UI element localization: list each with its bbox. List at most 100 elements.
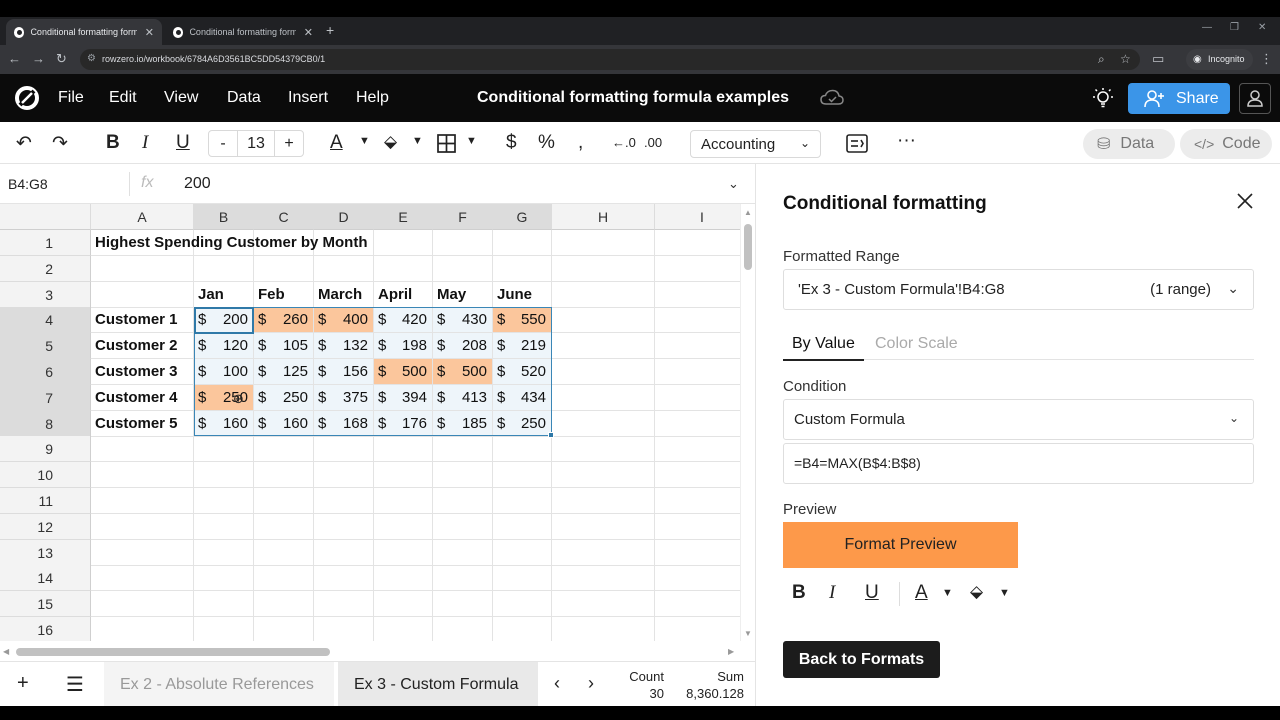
cell-i12[interactable] bbox=[655, 514, 740, 540]
cell-c7[interactable]: $250 bbox=[254, 384, 314, 411]
column-header-f[interactable]: F bbox=[433, 204, 493, 230]
cell-h6[interactable] bbox=[552, 359, 655, 385]
cell-f6[interactable]: $500 bbox=[433, 359, 493, 385]
address-bar[interactable]: ⚙ rowzero.io/workbook/6784A6D3561BC5DD54… bbox=[80, 49, 1140, 70]
cell-e4[interactable]: $420 bbox=[374, 307, 433, 334]
minimize-icon[interactable]: — bbox=[1202, 22, 1212, 33]
cell-c14[interactable] bbox=[254, 565, 314, 592]
cell-f1[interactable] bbox=[433, 230, 493, 256]
cell-b8[interactable]: $160 bbox=[194, 410, 254, 437]
code-button[interactable]: </> Code bbox=[1180, 129, 1272, 159]
cell-i9[interactable] bbox=[655, 436, 740, 463]
row-header-3[interactable]: 3 bbox=[0, 281, 91, 308]
cell-e15[interactable] bbox=[374, 591, 433, 618]
cell-e6[interactable]: $500 bbox=[374, 359, 433, 385]
cell-a3[interactable] bbox=[91, 281, 194, 308]
select-all-corner[interactable] bbox=[0, 204, 91, 230]
bold-icon[interactable]: B bbox=[792, 582, 806, 604]
cell-g8[interactable]: $250 bbox=[493, 410, 552, 437]
row-header-10[interactable]: 10 bbox=[0, 462, 91, 489]
cell-e12[interactable] bbox=[374, 513, 433, 540]
cell-f10[interactable] bbox=[433, 462, 493, 489]
cell-h4[interactable] bbox=[552, 307, 655, 334]
reload-icon[interactable]: ↻ bbox=[56, 51, 67, 67]
italic-icon[interactable]: I bbox=[829, 582, 835, 604]
cell-g11[interactable] bbox=[493, 488, 552, 514]
cell-h15[interactable] bbox=[552, 591, 655, 618]
prev-sheet-icon[interactable]: ‹ bbox=[554, 673, 560, 694]
cell-d15[interactable] bbox=[314, 591, 374, 618]
text-color-icon[interactable]: A bbox=[915, 582, 928, 604]
cell-a6[interactable]: Customer 3 bbox=[91, 359, 194, 385]
currency-format-icon[interactable]: $ bbox=[506, 132, 517, 154]
cell-h3[interactable] bbox=[552, 281, 655, 308]
column-header-c[interactable]: C bbox=[254, 204, 314, 230]
undo-icon[interactable]: ↶ bbox=[16, 132, 32, 155]
cell-f7[interactable]: $413 bbox=[433, 384, 493, 411]
cell-d4[interactable]: $400 bbox=[314, 307, 374, 334]
cell-f5[interactable]: $208 bbox=[433, 333, 493, 360]
cell-h13[interactable] bbox=[552, 539, 655, 566]
back-to-formats-button[interactable]: Back to Formats bbox=[783, 641, 940, 678]
cell-b14[interactable] bbox=[194, 565, 254, 592]
cell-e13[interactable] bbox=[374, 539, 433, 566]
row-header-7[interactable]: 7 bbox=[0, 384, 91, 411]
back-icon[interactable]: ← bbox=[8, 51, 21, 66]
cell-e11[interactable] bbox=[374, 488, 433, 514]
number-format-select[interactable]: Accounting ⌄ bbox=[690, 130, 821, 158]
cell-i7[interactable] bbox=[655, 385, 740, 411]
close-tab-icon[interactable]: ✕ bbox=[145, 26, 154, 39]
underline-icon[interactable]: U bbox=[176, 132, 190, 154]
row-header-12[interactable]: 12 bbox=[0, 513, 91, 540]
cell-b2[interactable] bbox=[194, 255, 254, 282]
cell-c8[interactable]: $160 bbox=[254, 410, 314, 437]
next-sheet-icon[interactable]: › bbox=[588, 673, 594, 694]
vertical-scrollbar[interactable]: ▲ ▼ bbox=[740, 204, 754, 641]
fill-color-chevron-icon[interactable]: ▼ bbox=[412, 135, 423, 147]
cell-d6[interactable]: $156 bbox=[314, 359, 374, 385]
cell-c12[interactable] bbox=[254, 513, 314, 540]
scroll-down-icon[interactable]: ▼ bbox=[744, 629, 752, 638]
cell-e2[interactable] bbox=[374, 255, 433, 282]
lightbulb-icon[interactable] bbox=[1092, 87, 1114, 109]
cell-a1[interactable]: Highest Spending Customer by Month bbox=[91, 230, 368, 256]
menu-edit[interactable]: Edit bbox=[109, 89, 137, 107]
fill-handle[interactable] bbox=[548, 432, 554, 439]
cell-i8[interactable] bbox=[655, 411, 740, 437]
row-header-1[interactable]: 1 bbox=[0, 230, 91, 256]
all-sheets-menu-icon[interactable]: ☰ bbox=[66, 672, 84, 697]
row-header-15[interactable]: 15 bbox=[0, 591, 91, 618]
cell-c10[interactable] bbox=[254, 462, 314, 489]
close-window-icon[interactable]: ✕ bbox=[1258, 22, 1266, 33]
cell-a12[interactable] bbox=[91, 513, 194, 540]
cell-b5[interactable]: $120 bbox=[194, 333, 254, 360]
user-avatar[interactable] bbox=[1239, 83, 1271, 114]
text-color-chevron-icon[interactable]: ▼ bbox=[359, 135, 370, 147]
cell-c13[interactable] bbox=[254, 539, 314, 566]
cell-a15[interactable] bbox=[91, 591, 194, 618]
cell-h10[interactable] bbox=[552, 462, 655, 489]
cell-d12[interactable] bbox=[314, 513, 374, 540]
cell-c16[interactable] bbox=[254, 617, 314, 641]
decrease-font-size-button[interactable]: - bbox=[209, 135, 237, 153]
horizontal-scroll-thumb[interactable] bbox=[16, 648, 330, 656]
cell-h16[interactable] bbox=[552, 617, 655, 641]
cell-a13[interactable] bbox=[91, 539, 194, 566]
cell-g15[interactable] bbox=[493, 591, 552, 618]
close-tab-icon[interactable]: ✕ bbox=[304, 26, 313, 39]
column-header-a[interactable]: A bbox=[91, 204, 194, 230]
cell-c5[interactable]: $105 bbox=[254, 333, 314, 360]
menu-help[interactable]: Help bbox=[356, 89, 389, 107]
cell-h2[interactable] bbox=[552, 255, 655, 282]
cell-h14[interactable] bbox=[552, 565, 655, 592]
cell-c15[interactable] bbox=[254, 591, 314, 618]
cell-e9[interactable] bbox=[374, 436, 433, 463]
cell-a14[interactable] bbox=[91, 565, 194, 592]
column-header-b[interactable]: B bbox=[194, 204, 254, 230]
cell-b13[interactable] bbox=[194, 539, 254, 566]
cell-f9[interactable] bbox=[433, 436, 493, 463]
cell-f15[interactable] bbox=[433, 591, 493, 618]
browser-tab-2[interactable]: Conditional formatting formula examples … bbox=[165, 19, 321, 45]
cell-i16[interactable] bbox=[655, 617, 740, 641]
fill-color-icon[interactable]: ⬙ bbox=[970, 582, 983, 602]
